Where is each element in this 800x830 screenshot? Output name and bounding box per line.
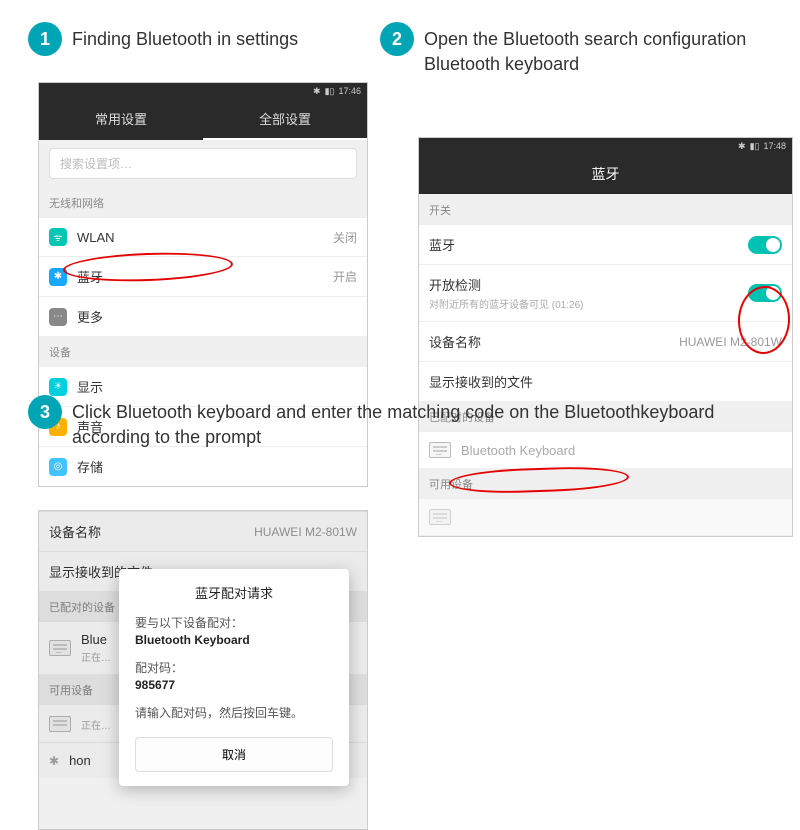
more-label: 更多 [77,307,357,326]
battery-icon: ▮▯ [750,141,760,152]
status-bar: ✱ ▮▯ 17:48 [419,138,792,154]
step-3-text: Click Bluetooth keyboard and enter the m… [72,395,768,450]
clock: 17:46 [338,86,361,96]
visibility-label: 开放检测 [429,275,748,294]
dialog-instruction: 请输入配对码，然后按回车键。 [135,704,333,721]
wifi-icon: ᯤ [49,228,67,246]
step-2-badge: 2 [380,22,414,56]
keyboard-icon [49,716,71,732]
display-icon: ☀ [49,378,67,396]
section-switch: 开关 [419,194,792,224]
phone-screenshot-3: 设备名称 HUAWEI M2-801W 显示接收到的文件 已配对的设备 Blue… [38,510,368,830]
dialog-pairing-code: 985677 [135,678,333,692]
more-icon: ⋯ [49,308,67,326]
row-device-name[interactable]: 设备名称 HUAWEI M2-801W [419,321,792,361]
visibility-sub: 对附近所有的蓝牙设备可见 (01:26) [429,296,748,311]
section-device: 设备 [39,336,367,366]
step-1-badge: 1 [28,22,62,56]
pairing-dialog: 蓝牙配对请求 要与以下设备配对： Bluetooth Keyboard 配对码：… [119,569,349,786]
bt-label: 蓝牙 [77,267,333,286]
bt-value: 开启 [333,268,357,285]
search-input[interactable]: 搜索设置项… [49,148,357,179]
received-label: 显示接收到的文件 [429,372,782,391]
tab-all[interactable]: 全部设置 [203,99,367,140]
dialog-device-name: Bluetooth Keyboard [135,633,333,647]
row-bluetooth-toggle[interactable]: 蓝牙 [419,224,792,264]
dialog-line-pairwith: 要与以下设备配对： [135,614,333,631]
cancel-button[interactable]: 取消 [135,737,333,772]
status-bar: ✱ ▮▯ 17:46 [39,83,367,99]
bt-status-icon: ✱ [738,141,746,152]
row-bluetooth[interactable]: ✱ 蓝牙 开启 [39,256,367,296]
bt-label: 蓝牙 [429,235,748,254]
battery-icon: ▮▯ [325,86,335,97]
devname-label: 设备名称 [429,332,679,351]
dialog-line-code-label: 配对码： [135,659,333,676]
keyboard-icon [49,640,71,656]
dialog-title: 蓝牙配对请求 [135,583,333,602]
row-wlan[interactable]: ᯤ WLAN 关闭 [39,217,367,256]
step-3-badge: 3 [28,395,62,429]
devname-value: HUAWEI M2-801W [254,525,357,539]
step-2-text: Open the Bluetooth search configuration … [424,22,795,77]
bt-status-icon: ✱ [313,86,321,97]
wlan-label: WLAN [77,230,333,245]
row-device-name: 设备名称 HUAWEI M2-801W [39,511,367,551]
step-1-text: Finding Bluetooth in settings [72,22,298,52]
bluetooth-toggle[interactable] [748,236,782,254]
display-label: 显示 [77,377,357,396]
row-visibility-toggle[interactable]: 开放检测 对附近所有的蓝牙设备可见 (01:26) [419,264,792,321]
section-wireless: 无线和网络 [39,187,367,217]
devname-label: 设备名称 [49,522,254,541]
wlan-value: 关闭 [333,229,357,246]
screen-title: 蓝牙 [419,154,792,194]
row-more[interactable]: ⋯ 更多 [39,296,367,336]
clock: 17:48 [763,141,786,151]
tab-common[interactable]: 常用设置 [39,99,203,140]
bluetooth-icon: ✱ [49,754,59,768]
bluetooth-icon: ✱ [49,268,67,286]
